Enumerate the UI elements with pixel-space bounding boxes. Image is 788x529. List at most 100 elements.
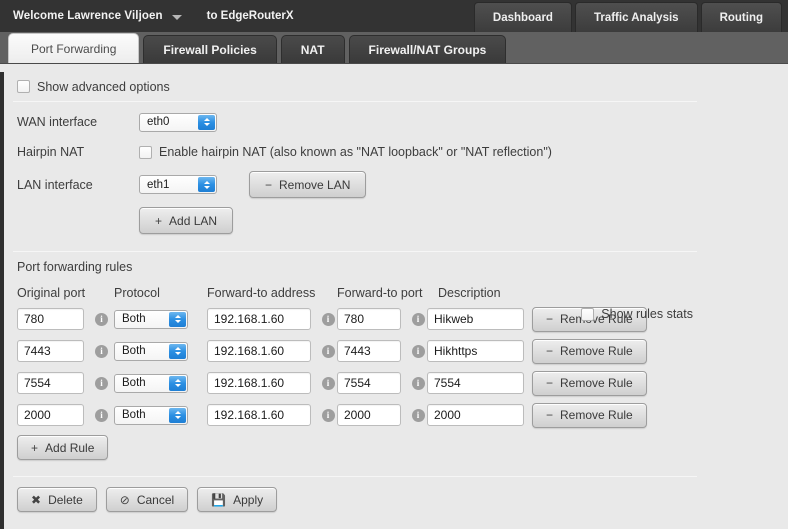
table-row: 7554iBoth192.168.1.60i7554i7554−Remove R… (4, 367, 788, 399)
forward-port-input[interactable]: 780 (337, 308, 401, 330)
minus-icon: − (265, 179, 272, 191)
protocol-value: Both (122, 313, 146, 325)
original-port-input[interactable]: 7443 (17, 340, 84, 362)
info-icon[interactable]: i (95, 313, 108, 326)
remove-lan-button[interactable]: − Remove LAN (249, 171, 366, 198)
nav-tab-dashboard[interactable]: Dashboard (474, 2, 572, 32)
forward-port-input[interactable]: 7443 (337, 340, 401, 362)
forward-port-input[interactable]: 7554 (337, 372, 401, 394)
router-name-label: to EdgeRouterX (207, 10, 294, 22)
minus-icon: − (546, 377, 553, 389)
section-tab-strip: Port Forwarding Firewall Policies NAT Fi… (0, 32, 788, 64)
cross-icon: ✖ (31, 494, 41, 506)
stepper-icon[interactable] (169, 344, 186, 359)
stepper-icon[interactable] (169, 312, 186, 327)
info-icon[interactable]: i (412, 377, 425, 390)
forward-address-input[interactable]: 192.168.1.60 (207, 340, 311, 362)
save-icon: 💾 (211, 494, 226, 506)
column-header-forward-port: Forward-to port (337, 286, 438, 300)
delete-button[interactable]: ✖ Delete (17, 487, 97, 512)
remove-rule-button[interactable]: −Remove Rule (532, 339, 647, 364)
stepper-icon[interactable] (198, 177, 215, 192)
tab-port-forwarding[interactable]: Port Forwarding (8, 33, 139, 63)
lan-interface-select[interactable]: eth1 (139, 175, 217, 194)
rules-section-title: Port forwarding rules (4, 260, 788, 274)
description-input[interactable]: 7554 (427, 372, 524, 394)
stepper-icon[interactable] (169, 376, 186, 391)
show-rules-stats-checkbox[interactable] (581, 308, 594, 321)
remove-rule-button[interactable]: −Remove Rule (532, 403, 647, 428)
forward-port-input[interactable]: 2000 (337, 404, 401, 426)
original-port-input[interactable]: 7554 (17, 372, 84, 394)
chevron-down-icon[interactable] (172, 15, 182, 20)
apply-button[interactable]: 💾 Apply (197, 487, 277, 512)
plus-icon: + (155, 215, 162, 227)
info-icon[interactable]: i (322, 409, 335, 422)
wan-interface-value: eth0 (147, 116, 169, 128)
hairpin-nat-text: Enable hairpin NAT (also known as "NAT l… (159, 145, 552, 159)
tab-firewall-nat-groups[interactable]: Firewall/NAT Groups (349, 35, 507, 63)
table-row: 2000iBoth192.168.1.60i2000i2000−Remove R… (4, 399, 788, 431)
protocol-select[interactable]: Both (114, 374, 188, 393)
top-navigation: Dashboard Traffic Analysis Routing (474, 0, 788, 32)
info-icon[interactable]: i (95, 345, 108, 358)
minus-icon: − (546, 313, 553, 325)
lan-interface-row: LAN interface eth1 − Remove LAN (4, 170, 788, 199)
forward-address-input[interactable]: 192.168.1.60 (207, 404, 311, 426)
add-lan-button[interactable]: + Add LAN (139, 207, 233, 234)
info-icon[interactable]: i (322, 377, 335, 390)
show-advanced-options-label: Show advanced options (37, 80, 170, 94)
show-rules-stats-row[interactable]: Show rules stats (581, 307, 693, 321)
info-icon[interactable]: i (322, 313, 335, 326)
description-input[interactable]: Hikweb (427, 308, 524, 330)
protocol-select[interactable]: Both (114, 342, 188, 361)
tab-nat[interactable]: NAT (281, 35, 345, 63)
show-advanced-options-checkbox[interactable] (17, 80, 30, 93)
wan-interface-select[interactable]: eth0 (139, 113, 217, 132)
welcome-text: Welcome Lawrence Viljoen (13, 10, 163, 22)
wan-interface-label: WAN interface (17, 115, 139, 129)
plus-icon: + (31, 442, 38, 454)
show-rules-stats-label: Show rules stats (601, 307, 693, 321)
rules-table-body: 780iBoth192.168.1.60i780iHikweb−Remove R… (4, 303, 788, 431)
column-header-description: Description (438, 286, 543, 300)
show-advanced-options-row[interactable]: Show advanced options (4, 72, 788, 101)
info-icon[interactable]: i (322, 345, 335, 358)
column-header-protocol: Protocol (114, 286, 207, 300)
protocol-select[interactable]: Both (114, 406, 188, 425)
delete-label: Delete (48, 493, 83, 507)
info-icon[interactable]: i (95, 377, 108, 390)
info-icon[interactable]: i (412, 409, 425, 422)
tab-firewall-policies[interactable]: Firewall Policies (143, 35, 276, 63)
stepper-icon[interactable] (198, 115, 215, 130)
wan-interface-row: WAN interface eth0 (4, 110, 788, 134)
forward-address-input[interactable]: 192.168.1.60 (207, 308, 311, 330)
original-port-input[interactable]: 780 (17, 308, 84, 330)
info-icon[interactable]: i (412, 313, 425, 326)
add-rule-button[interactable]: + Add Rule (17, 435, 108, 460)
cancel-button[interactable]: ⊘ Cancel (106, 487, 188, 512)
remove-rule-label: Remove Rule (560, 376, 633, 390)
remove-rule-label: Remove Rule (560, 408, 633, 422)
apply-label: Apply (233, 493, 263, 507)
add-lan-label: Add LAN (169, 214, 217, 228)
column-header-forward-address: Forward-to address (207, 286, 337, 300)
protocol-select[interactable]: Both (114, 310, 188, 329)
description-input[interactable]: Hikhttps (427, 340, 524, 362)
main-content-panel: Show advanced options WAN interface eth0… (0, 72, 788, 529)
protocol-value: Both (122, 377, 146, 389)
info-icon[interactable]: i (95, 409, 108, 422)
stepper-icon[interactable] (169, 408, 186, 423)
action-button-bar: ✖ Delete ⊘ Cancel 💾 Apply (4, 487, 788, 512)
add-rule-label: Add Rule (45, 441, 94, 455)
ban-icon: ⊘ (120, 494, 130, 506)
forward-address-input[interactable]: 192.168.1.60 (207, 372, 311, 394)
lan-interface-value: eth1 (147, 179, 169, 191)
description-input[interactable]: 2000 (427, 404, 524, 426)
nav-tab-traffic-analysis[interactable]: Traffic Analysis (575, 2, 698, 32)
info-icon[interactable]: i (412, 345, 425, 358)
hairpin-nat-checkbox[interactable] (139, 146, 152, 159)
remove-rule-button[interactable]: −Remove Rule (532, 371, 647, 396)
original-port-input[interactable]: 2000 (17, 404, 84, 426)
nav-tab-routing[interactable]: Routing (701, 2, 782, 32)
